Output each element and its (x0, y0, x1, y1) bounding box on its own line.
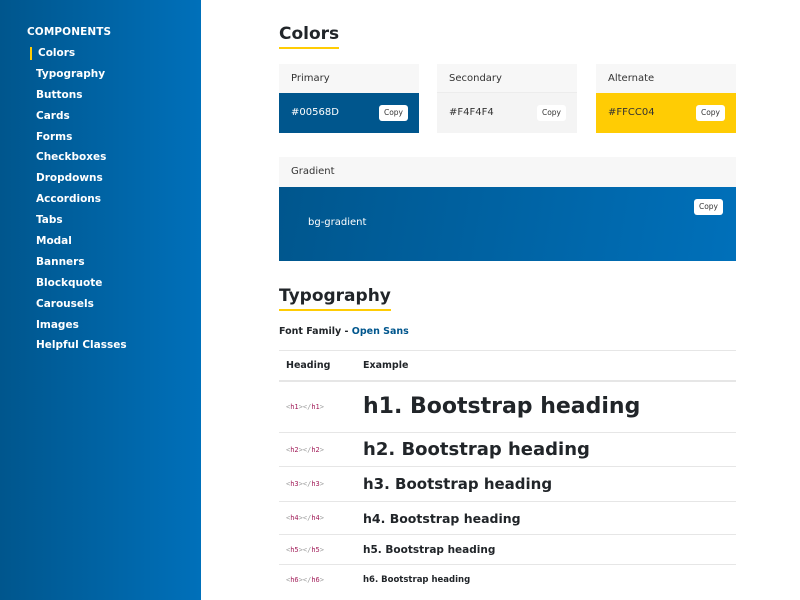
sidebar-item-blockquote[interactable]: Blockquote (36, 273, 127, 294)
sidebar-nav: Colors Typography Buttons Cards Forms Ch… (30, 43, 127, 356)
gradient-preview: bg-gradient Copy (279, 187, 736, 261)
swatch-alternate: Alternate #FFCC04 Copy (596, 64, 736, 133)
swatch-label: Primary (279, 64, 419, 93)
table-row: <h6></h6> h6. Bootstrap heading (279, 565, 736, 595)
sidebar-item-helpful-classes[interactable]: Helpful Classes (36, 335, 127, 356)
table-header-row: Heading Example (279, 350, 736, 382)
sidebar-item-checkboxes[interactable]: Checkboxes (36, 147, 127, 168)
table-row: <h1></h1> h1. Bootstrap heading (279, 380, 736, 433)
heading-tag-code: <h4></h4> (279, 501, 363, 535)
table-row: <h4></h4> h4. Bootstrap heading (279, 501, 736, 535)
swatch-label: Secondary (437, 64, 577, 93)
heading-tag-code: <h1></h1> (279, 380, 363, 433)
sidebar-item-tabs[interactable]: Tabs (36, 210, 127, 231)
font-family-separator: - (341, 326, 352, 337)
heading-tag-code: <h6></h6> (286, 575, 324, 584)
gradient-label: Gradient (279, 157, 736, 187)
swatch-value: #FFCC04 Copy (596, 93, 736, 133)
column-header-heading: Heading (279, 350, 363, 382)
sidebar-item-label: Colors (38, 47, 76, 59)
sidebar-item-colors[interactable]: Colors (30, 43, 127, 64)
sidebar-item-typography[interactable]: Typography (36, 64, 127, 85)
heading-example: h1. Bootstrap heading (363, 380, 736, 433)
sidebar-section-title: COMPONENTS (27, 26, 112, 38)
copy-alternate-button[interactable]: Copy (695, 105, 725, 121)
sidebar-item-buttons[interactable]: Buttons (36, 85, 127, 106)
copy-gradient-button[interactable]: Copy (693, 199, 723, 215)
column-header-example: Example (363, 350, 736, 382)
sidebar-item-images[interactable]: Images (36, 315, 127, 336)
font-family-line: Font Family - Open Sans (279, 326, 409, 337)
heading-example: h2. Bootstrap heading (363, 432, 736, 467)
sidebar-item-carousels[interactable]: Carousels (36, 294, 127, 315)
sidebar-item-banners[interactable]: Banners (36, 252, 127, 273)
typography-heading: Typography (279, 286, 391, 311)
heading-example: h4. Bootstrap heading (363, 501, 736, 535)
heading-example: h6. Bootstrap heading (363, 574, 471, 585)
heading-tag-code: <h2></h2> (279, 432, 363, 467)
font-family-label: Font Family (279, 326, 342, 337)
swatch-hex: #00568D (291, 107, 339, 118)
swatch-label: Alternate (596, 64, 736, 93)
typography-table: Heading Example <h1></h1> h1. Bootstrap h… (279, 350, 736, 595)
heading-example: h3. Bootstrap heading (363, 466, 736, 502)
table-row: <h2></h2> h2. Bootstrap heading (279, 432, 736, 467)
sidebar-item-cards[interactable]: Cards (36, 106, 127, 127)
swatch-value: #F4F4F4 Copy (437, 93, 577, 133)
colors-heading: Colors (279, 24, 340, 49)
sidebar-item-modal[interactable]: Modal (36, 231, 127, 252)
table-row: <h3></h3> h3. Bootstrap heading (279, 466, 736, 502)
sidebar-item-forms[interactable]: Forms (36, 127, 127, 148)
gradient-class-name: bg-gradient (308, 217, 367, 228)
heading-example: h5. Bootstrap heading (363, 534, 736, 565)
sidebar: COMPONENTS Colors Typography Buttons Car… (0, 0, 201, 600)
copy-primary-button[interactable]: Copy (378, 105, 408, 121)
swatch-primary: Primary #00568D Copy (279, 64, 419, 133)
swatch-value: #00568D Copy (279, 93, 419, 133)
heading-tag-code: <h3></h3> (279, 466, 363, 502)
sidebar-item-dropdowns[interactable]: Dropdowns (36, 168, 127, 189)
swatch-secondary: Secondary #F4F4F4 Copy (437, 64, 577, 133)
swatch-hex: #FFCC04 (608, 107, 655, 118)
font-family-link[interactable]: Open Sans (352, 326, 409, 337)
copy-secondary-button[interactable]: Copy (536, 105, 566, 121)
active-indicator (30, 47, 32, 60)
heading-tag-code: <h5></h5> (279, 534, 363, 565)
gradient-card: Gradient bg-gradient Copy (279, 157, 736, 261)
swatch-hex: #F4F4F4 (449, 107, 494, 118)
table-row: <h5></h5> h5. Bootstrap heading (279, 534, 736, 565)
sidebar-item-accordions[interactable]: Accordions (36, 189, 127, 210)
